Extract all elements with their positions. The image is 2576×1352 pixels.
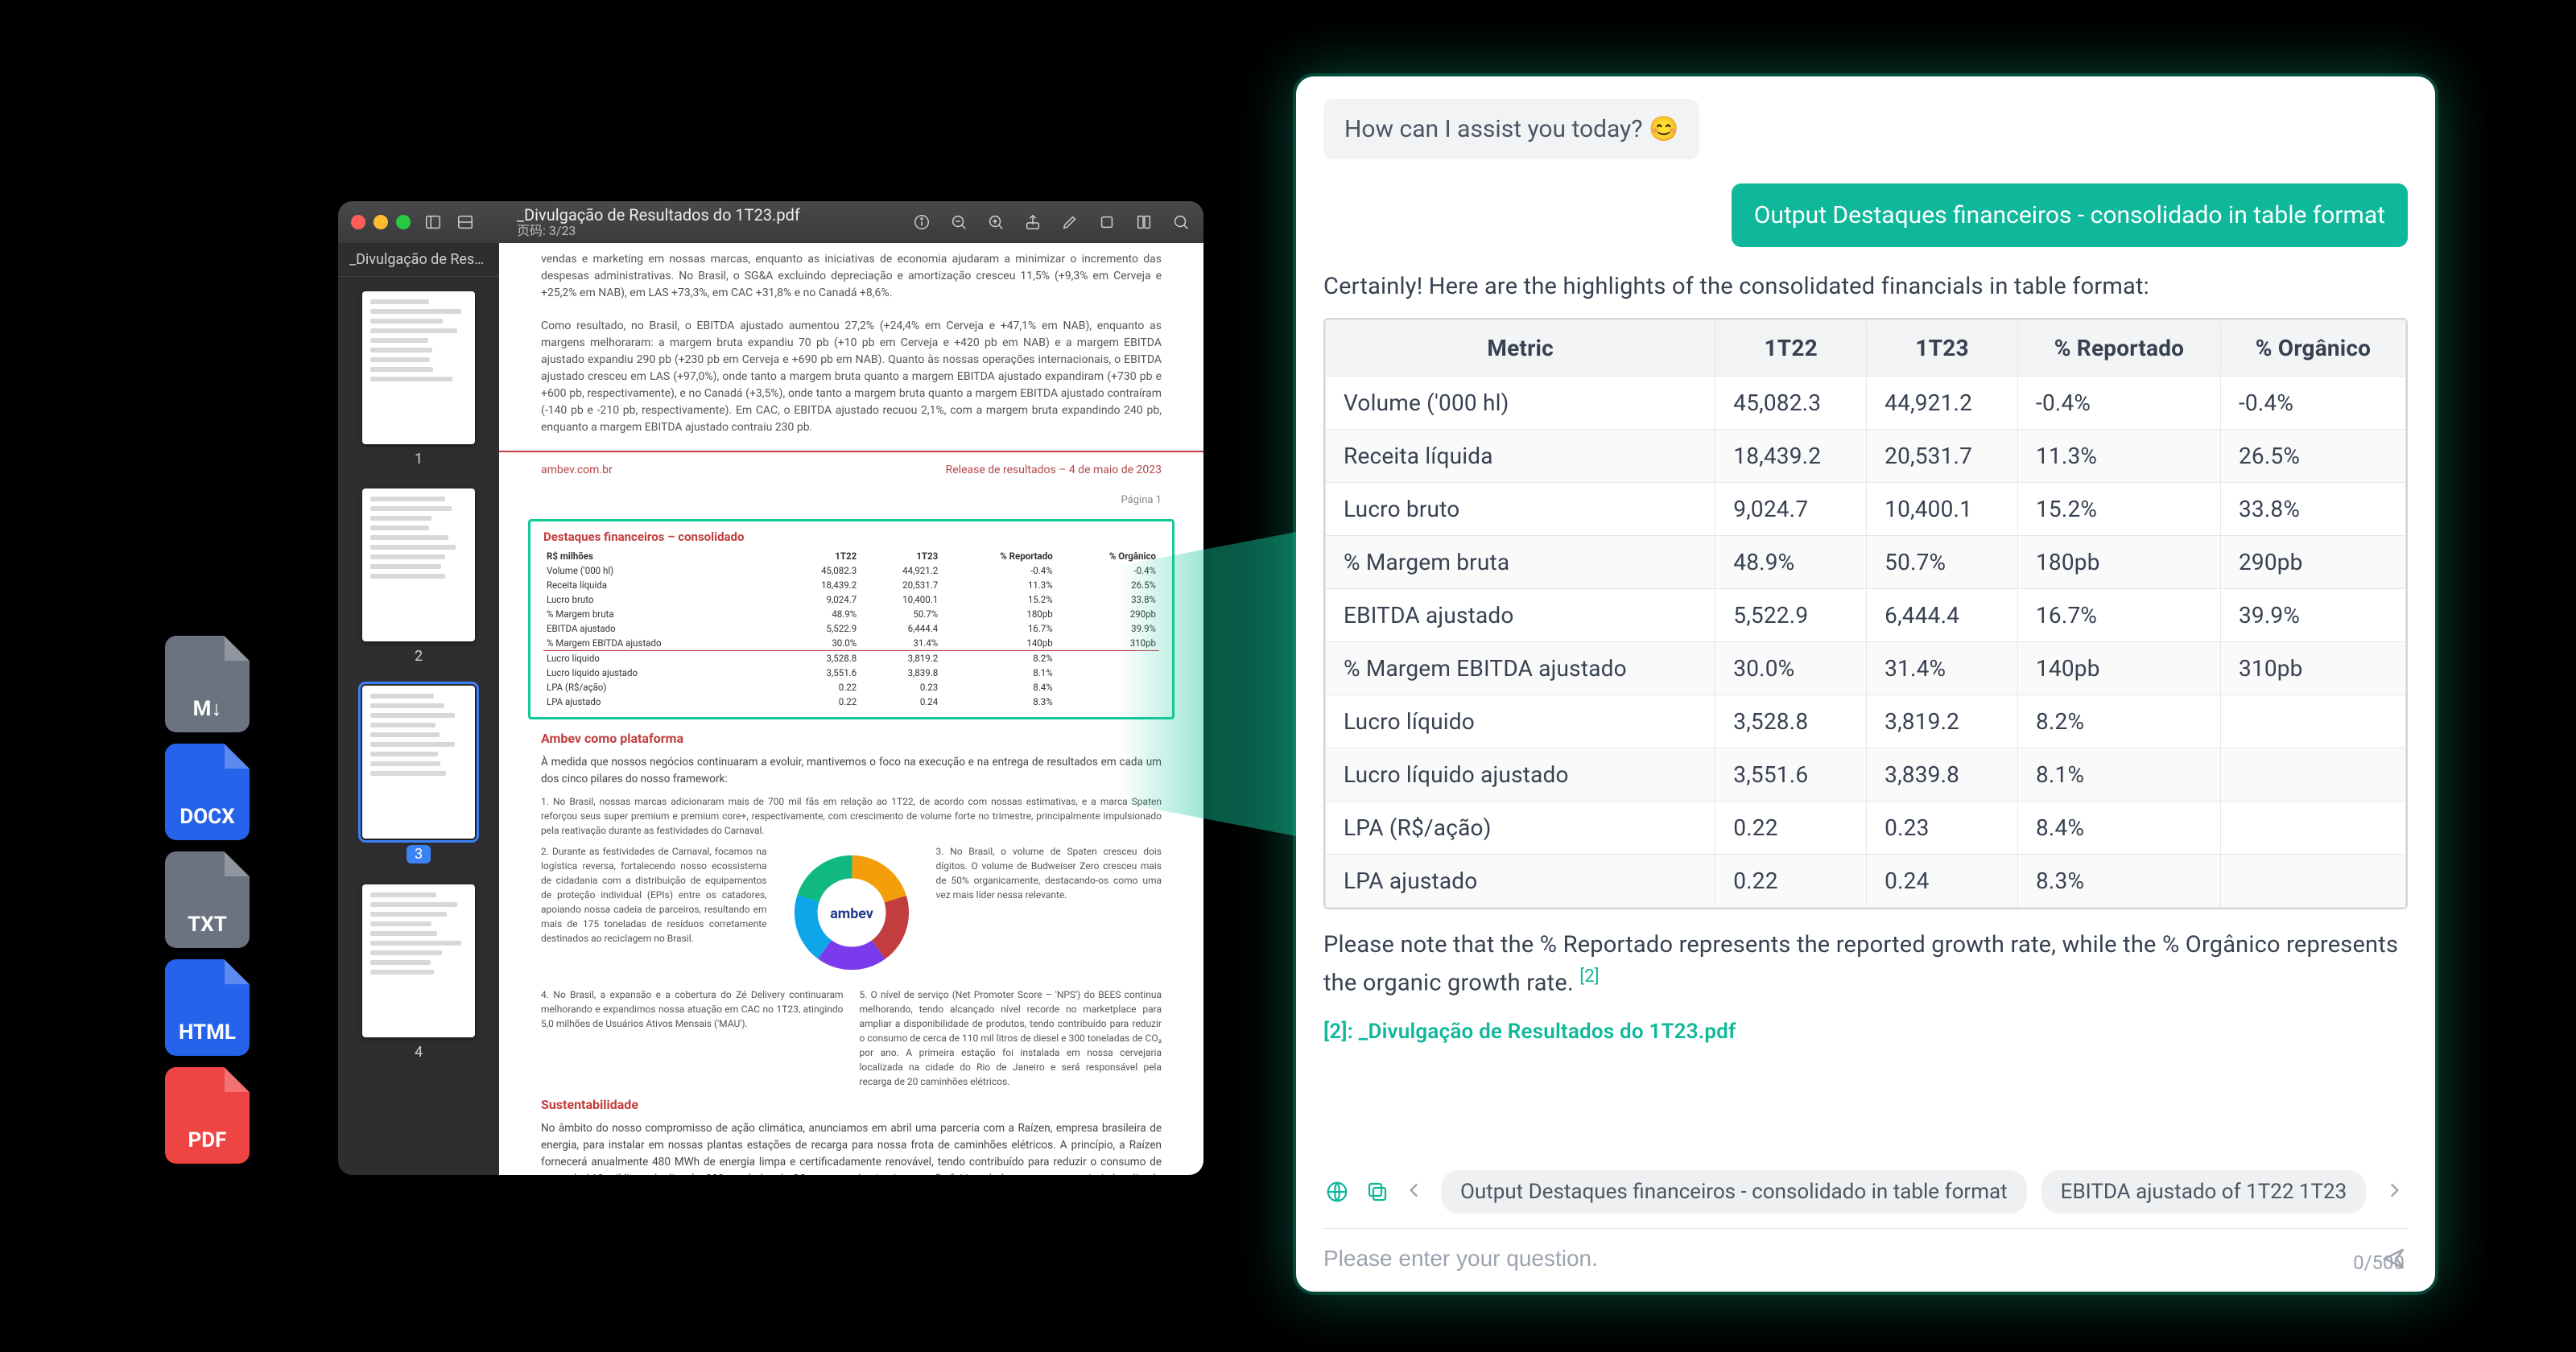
pdf-titlebar: _Divulgação de Resultados do 1T23.pdf 页码… <box>338 201 1203 243</box>
pdf-section-title: Ambev como plataforma <box>499 726 1203 751</box>
pdf-thumbnail-number: 3 <box>407 845 431 864</box>
annotate-icon[interactable] <box>1060 212 1080 232</box>
window-minimize-button[interactable] <box>374 215 388 229</box>
info-icon[interactable] <box>912 212 931 232</box>
search-icon[interactable] <box>1171 212 1191 232</box>
citation-marker[interactable]: [2] <box>1579 967 1600 987</box>
table-header: % Reportado <box>2018 320 2221 377</box>
pdf-bullet: 2. Durante as festividades de Carnaval, … <box>541 844 767 981</box>
pdf-viewer-window: _Divulgação de Resultados do 1T23.pdf 页码… <box>338 201 1203 1175</box>
badge-txt: TXT <box>165 851 250 948</box>
pdf-bullet: 5. O nível de serviço (Net Promoter Scor… <box>860 987 1162 1089</box>
pdf-section-title: Sustentabilidade <box>499 1092 1203 1117</box>
pdf-toolbar-right <box>912 212 1191 232</box>
ai-greeting-message: How can I assist you today? 😊 <box>1323 99 1699 159</box>
pdf-mini-table: R$ milhões1T221T23% Reportado% OrgânicoV… <box>543 549 1159 709</box>
chat-input[interactable] <box>1323 1246 2369 1272</box>
table-row: LPA (R$/ação)0.220.238.4% <box>1326 802 2406 855</box>
crop-icon[interactable] <box>1134 212 1154 232</box>
pdf-highlight-title: Destaques financeiros – consolidado <box>543 530 1159 544</box>
svg-text:ambev: ambev <box>830 905 873 922</box>
table-header: 1T22 <box>1715 320 1867 377</box>
table-row: Receita líquida18,439.220,531.711.3%26.5… <box>1326 430 2406 483</box>
share-icon[interactable] <box>1023 212 1042 232</box>
badge-pdf: PDF <box>165 1067 250 1164</box>
pdf-footer-left: ambev.com.br <box>541 464 613 476</box>
pdf-page-2-partial: vendas e marketing em nossas marcas, enq… <box>499 243 1203 488</box>
pdf-thumbnail[interactable] <box>362 488 475 641</box>
chat-panel: How can I assist you today? 😊 Output Des… <box>1296 76 2435 1292</box>
window-zoom-button[interactable] <box>396 215 411 229</box>
table-row: % Margem EBITDA ajustado30.0%31.4%140pb3… <box>1326 642 2406 695</box>
table-row: Lucro bruto9,024.710,400.115.2%33.8% <box>1326 483 2406 536</box>
zoom-in-icon[interactable] <box>986 212 1005 232</box>
badge-docx: DOCX <box>165 744 250 840</box>
pdf-sidebar-tab[interactable]: _Divulgação de Res… <box>338 243 499 277</box>
pdf-thumbnail[interactable] <box>362 291 475 444</box>
pdf-highlighted-region: Destaques financeiros – consolidado R$ m… <box>528 519 1174 719</box>
char-counter: 0/500 <box>2353 1251 2405 1274</box>
pdf-body-text: vendas e marketing em nossas marcas, enq… <box>499 243 1203 310</box>
chat-input-row <box>1323 1228 2408 1272</box>
pdf-title: _Divulgação de Resultados do 1T23.pdf <box>517 206 800 224</box>
pdf-page-viewport[interactable]: vendas e marketing em nossas marcas, enq… <box>499 243 1203 1175</box>
zoom-out-icon[interactable] <box>949 212 968 232</box>
table-row: % Margem bruta48.9%50.7%180pb290pb <box>1326 536 2406 589</box>
pdf-thumbnail-number: 1 <box>415 451 423 468</box>
suggestion-chip[interactable]: Output Destaques financeiros - consolida… <box>1441 1170 2027 1214</box>
pdf-thumbnail[interactable] <box>362 686 475 839</box>
pdf-body-text: Como resultado, no Brasil, o EBITDA ajus… <box>499 310 1203 444</box>
pdf-donut-chart: ambev <box>791 852 912 973</box>
badge-html: HTML <box>165 959 250 1056</box>
pdf-bullet: 3. No Brasil, o volume de Spaten cresceu… <box>936 844 1162 981</box>
globe-icon[interactable] <box>1323 1178 1351 1206</box>
sidebar-toggle-icon[interactable] <box>423 212 443 232</box>
pdf-thumbnail-sidebar: _Divulgação de Res… 1 2 3 4 <box>338 243 499 1175</box>
pdf-page-number-label: Página 1 <box>499 488 1203 513</box>
user-message: Output Destaques financeiros - consolida… <box>1732 183 2408 247</box>
suggestion-chip[interactable]: EBITDA ajustado of 1T22 1T23 <box>2041 1170 2367 1214</box>
ai-answer: Certainly! Here are the highlights of th… <box>1323 273 2408 1044</box>
answer-note: Please note that the % Reportado represe… <box>1323 927 2408 1002</box>
copy-icon[interactable] <box>1364 1178 1391 1206</box>
pdf-thumbnail-number: 4 <box>415 1044 423 1061</box>
financial-table: Metric1T221T23% Reportado% OrgânicoVolum… <box>1325 319 2406 908</box>
pdf-paragraph: No âmbito do nosso compromisso de ação c… <box>499 1117 1203 1175</box>
answer-intro: Certainly! Here are the highlights of th… <box>1323 273 2408 300</box>
suggestion-row: Output Destaques financeiros - consolida… <box>1323 1156 2408 1214</box>
table-row: EBITDA ajustado5,522.96,444.416.7%39.9% <box>1326 589 2406 642</box>
file-type-badges: M↓ DOCX TXT HTML PDF <box>165 636 250 1164</box>
window-close-button[interactable] <box>351 215 365 229</box>
table-row: LPA ajustado0.220.248.3% <box>1326 855 2406 908</box>
pdf-thumbnail-number: 2 <box>415 648 423 665</box>
chevron-right-icon[interactable] <box>2384 1180 2408 1204</box>
window-controls <box>351 215 411 229</box>
citation-source[interactable]: [2]: _Divulgação de Resultados do 1T23.p… <box>1323 1020 2408 1044</box>
pdf-bullet: 4. No Brasil, a expansão e a cobertura d… <box>541 987 844 1089</box>
table-row: Lucro líquido ajustado3,551.63,839.88.1% <box>1326 748 2406 802</box>
table-header: % Orgânico <box>2220 320 2405 377</box>
table-header: 1T23 <box>1867 320 2018 377</box>
table-row: Volume ('000 hl)45,082.344,921.2-0.4%-0.… <box>1326 377 2406 430</box>
pdf-page-indicator: 页码: 3/23 <box>517 224 800 238</box>
rotate-icon[interactable] <box>1097 212 1117 232</box>
badge-md: M↓ <box>165 636 250 732</box>
pdf-page-3: Página 1 Destaques financeiros – consoli… <box>499 488 1203 1175</box>
view-mode-icon[interactable] <box>456 212 475 232</box>
pdf-section-intro: À medida que nossos negócios continuaram… <box>499 751 1203 791</box>
answer-table-wrapper: Metric1T221T23% Reportado% OrgânicoVolum… <box>1323 318 2408 909</box>
pdf-bullet: 1. No Brasil, nossas marcas adicionaram … <box>541 794 1162 838</box>
pdf-thumbnail[interactable] <box>362 884 475 1037</box>
table-row: Lucro líquido3,528.83,819.28.2% <box>1326 695 2406 748</box>
pdf-footer-right: Release de resultados – 4 de maio de 202… <box>946 464 1162 476</box>
chevron-left-icon[interactable] <box>1404 1180 1428 1204</box>
table-header: Metric <box>1326 320 1715 377</box>
